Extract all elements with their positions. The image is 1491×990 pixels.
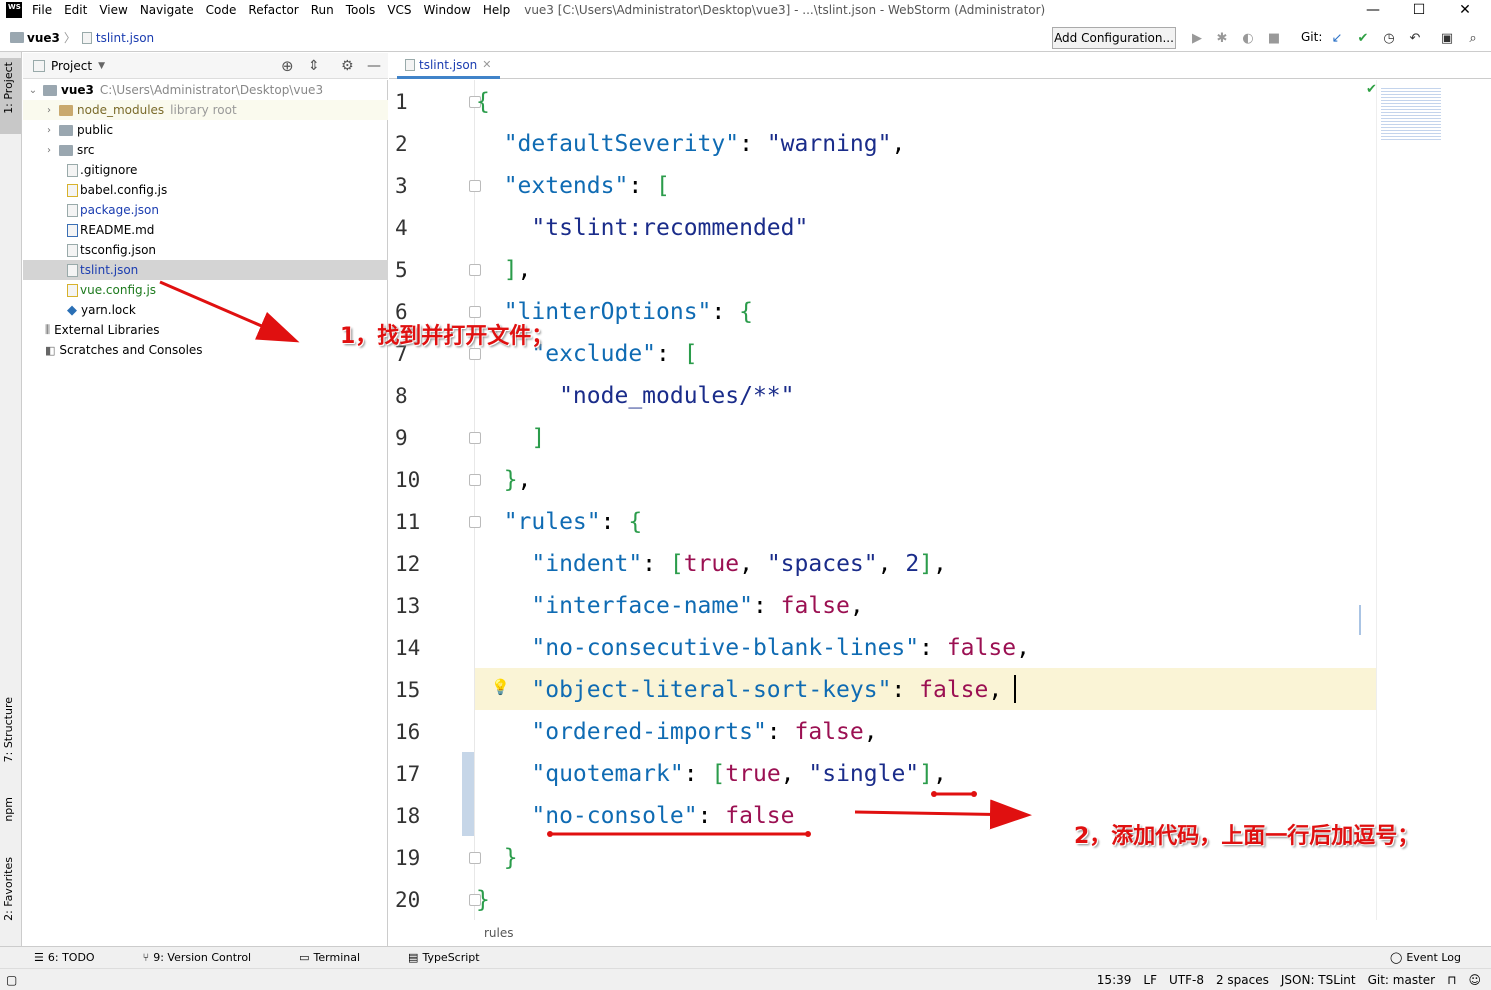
git-branch[interactable]: Git: master — [1368, 973, 1436, 987]
toggle-tool-windows-icon[interactable]: ▢ — [6, 973, 17, 987]
tab-todo-label: 6: TODO — [47, 951, 95, 964]
json-schema[interactable]: JSON: TSLint — [1281, 973, 1356, 987]
tool-window-bar: ☰ 6: TODO ⑂ 9: Version Control ▭ Terminal ▤… — [0, 946, 1491, 968]
tab-typescript[interactable]: ▤ TypeScript — [408, 951, 504, 964]
tab-version-control[interactable]: ⑂ 9: Version Control — [143, 951, 276, 964]
list-icon: ☰ — [34, 951, 44, 964]
arrow-to-code — [854, 799, 1032, 830]
status-bar: ▢ 15:39 LF UTF-8 2 spaces JSON: TSLint G… — [0, 968, 1491, 990]
event-log-label: Event Log — [1406, 951, 1461, 964]
lock-icon[interactable]: ⊓ — [1447, 973, 1456, 987]
tab-terminal[interactable]: ▭ Terminal — [299, 951, 384, 964]
terminal-icon: ▭ — [299, 951, 310, 964]
indent-setting[interactable]: 2 spaces — [1216, 973, 1269, 987]
tab-typescript-label: TypeScript — [422, 951, 480, 964]
file-encoding[interactable]: UTF-8 — [1169, 973, 1204, 987]
memory-indicator-icon[interactable]: ☺ — [1468, 973, 1481, 987]
arrow-to-file — [159, 280, 300, 343]
typescript-icon: ▤ — [408, 951, 419, 964]
annotation-step-2: 2，添加代码，上面一行后加逗号； — [1074, 824, 1420, 849]
tab-vcs-label: 9: Version Control — [153, 951, 252, 964]
tab-todo[interactable]: ☰ 6: TODO — [34, 951, 119, 964]
event-log-icon: ◯ — [1390, 951, 1403, 964]
branch-icon: ⑂ — [142, 951, 150, 964]
event-log-button[interactable]: ◯ Event Log — [1390, 951, 1485, 964]
annotation-step-1: 1，找到并打开文件； — [340, 324, 554, 349]
line-separator[interactable]: LF — [1143, 973, 1157, 987]
tab-terminal-label: Terminal — [313, 951, 361, 964]
caret-position[interactable]: 15:39 — [1097, 973, 1132, 987]
